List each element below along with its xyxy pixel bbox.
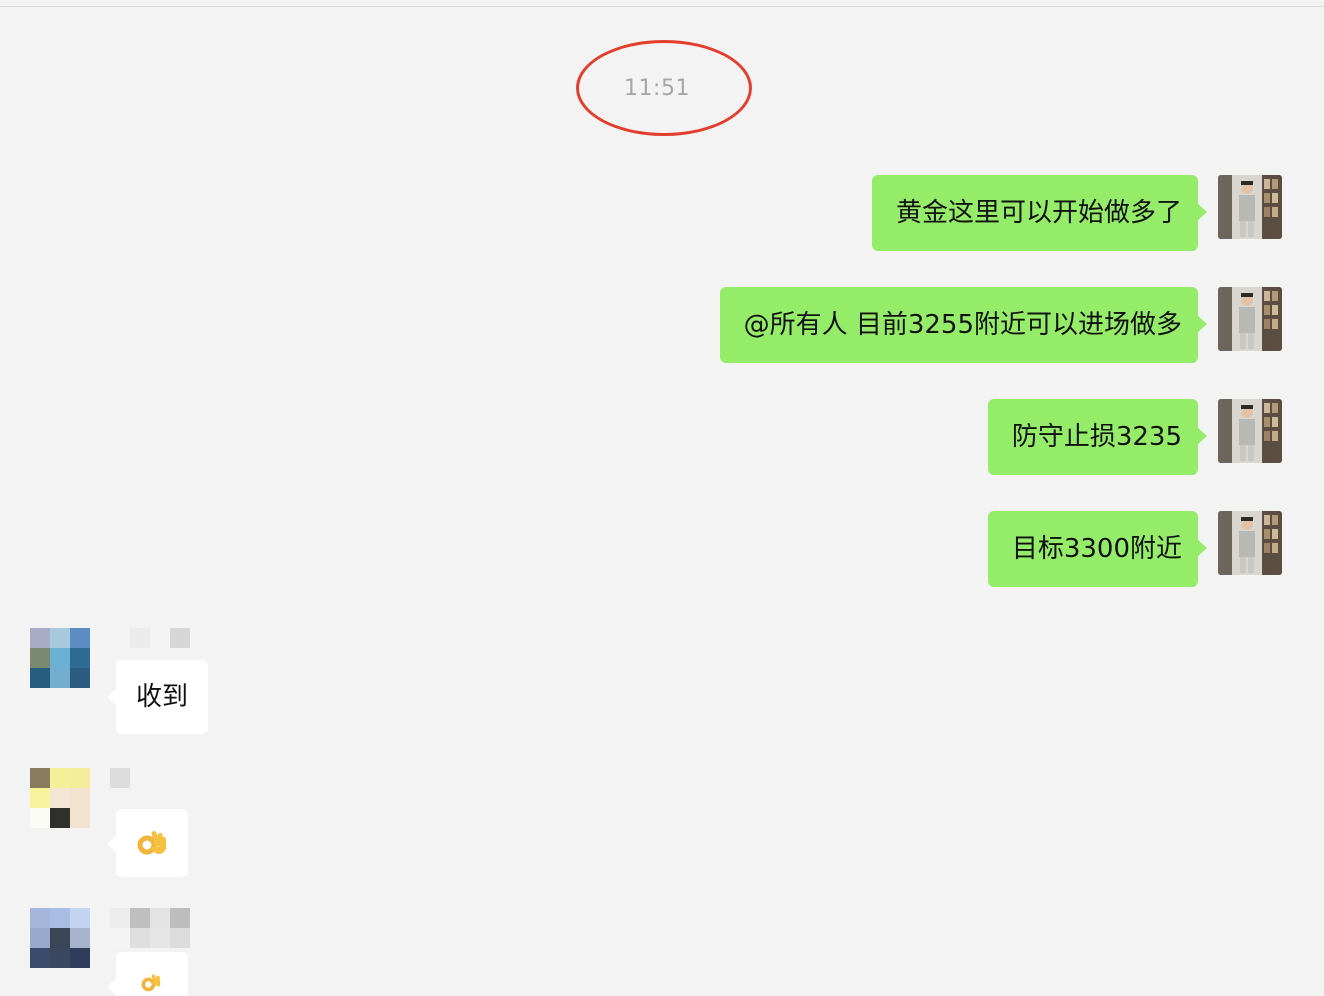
sender-name-blurred bbox=[110, 908, 190, 928]
person-avatar-icon bbox=[1218, 175, 1282, 239]
outgoing-message-bubble[interactable]: 黄金这里可以开始做多了 bbox=[871, 175, 1208, 251]
sender-name-blurred bbox=[110, 768, 130, 788]
ok-hand-icon bbox=[141, 974, 161, 992]
person-avatar-icon bbox=[1218, 287, 1282, 351]
person-avatar-icon bbox=[1218, 511, 1282, 575]
avatar[interactable] bbox=[1218, 287, 1282, 351]
avatar[interactable] bbox=[1218, 399, 1282, 463]
outgoing-message-bubble[interactable]: @所有人 目前3255附近可以进场做多 bbox=[719, 287, 1208, 363]
incoming-emoji-bubble[interactable] bbox=[107, 809, 188, 877]
message-text: 黄金这里可以开始做多了 bbox=[895, 198, 1182, 228]
outgoing-message-bubble[interactable]: 防守止损3235 bbox=[987, 399, 1208, 475]
message-text: 收到 bbox=[136, 682, 189, 712]
sender-name-blurred bbox=[110, 928, 190, 948]
avatar[interactable] bbox=[1218, 511, 1282, 575]
highlight-circle-annotation bbox=[576, 40, 752, 136]
avatar[interactable] bbox=[30, 908, 90, 996]
avatar[interactable] bbox=[30, 768, 90, 828]
avatar[interactable] bbox=[30, 628, 90, 688]
message-text: 防守止损3235 bbox=[1011, 422, 1182, 452]
avatar[interactable] bbox=[1218, 175, 1282, 239]
top-divider bbox=[0, 6, 1324, 7]
sender-name-blurred bbox=[110, 628, 190, 648]
outgoing-message-bubble[interactable]: 目标3300附近 bbox=[987, 511, 1208, 587]
ok-hand-icon bbox=[137, 831, 166, 855]
incoming-message-bubble[interactable]: 收到 bbox=[106, 660, 209, 734]
message-text: @所有人 目前3255附近可以进场做多 bbox=[743, 310, 1182, 340]
person-avatar-icon bbox=[1218, 399, 1282, 463]
message-text: 目标3300附近 bbox=[1011, 534, 1182, 564]
incoming-emoji-bubble[interactable] bbox=[107, 952, 188, 996]
